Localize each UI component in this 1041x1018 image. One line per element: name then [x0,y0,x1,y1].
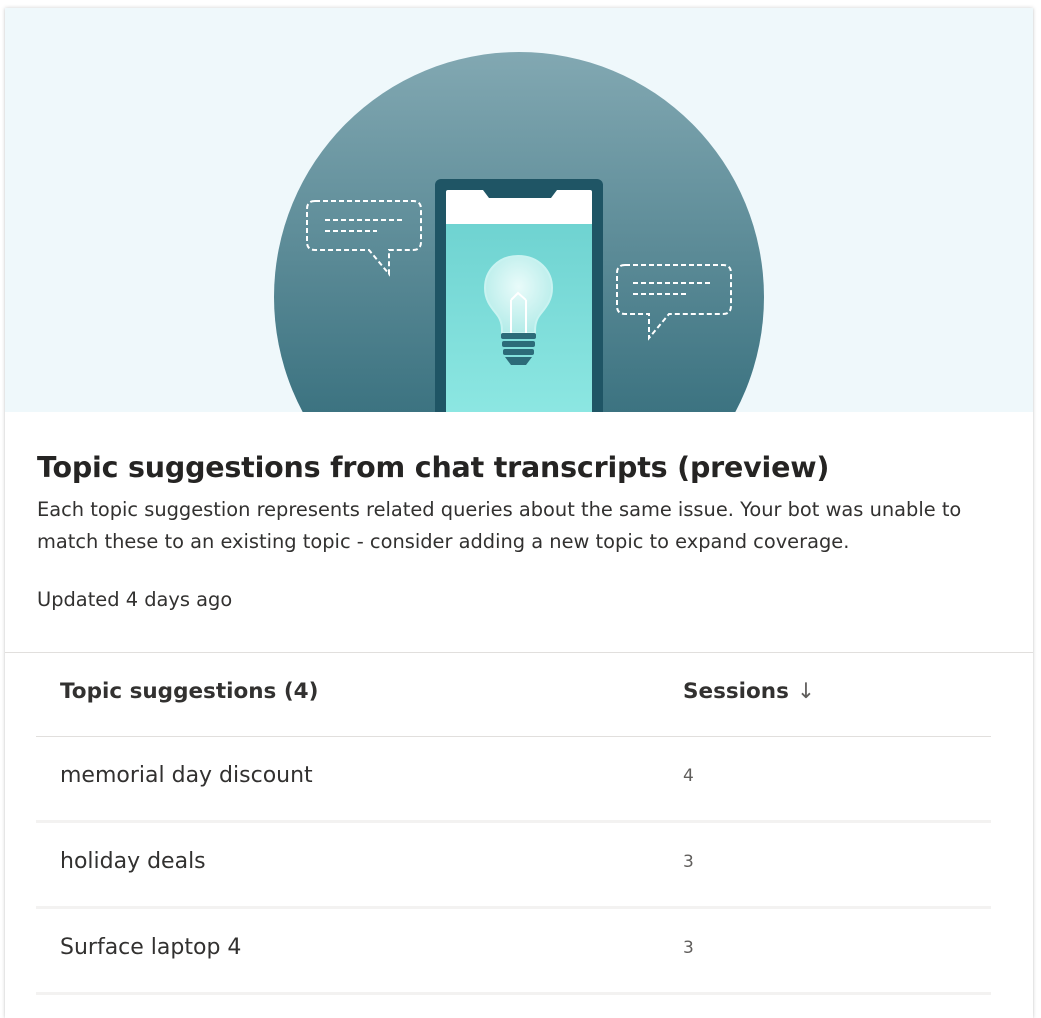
sessions-cell: 3 [683,852,694,872]
sessions-cell: 3 [683,938,694,958]
table-header: Topic suggestions (4) Sessions ↓ [36,653,991,737]
illustration-svg [274,52,764,412]
hero-illustration [5,8,1033,412]
updated-timestamp: Updated 4 days ago [37,588,233,611]
topic-cell: holiday deals [60,849,206,874]
card-description: Each topic suggestion represents related… [37,498,962,553]
topic-cell: memorial day discount [60,763,313,788]
table-row[interactable]: memorial day discount 4 [36,737,991,823]
topic-cell: Surface laptop 4 [60,935,242,960]
column-header-sessions[interactable]: Sessions ↓ [683,679,815,704]
sessions-cell: 4 [683,766,694,786]
column-header-topic[interactable]: Topic suggestions (4) [60,679,318,704]
table-row[interactable]: holiday deals 3 [36,823,991,909]
topic-suggestions-table: Topic suggestions (4) Sessions ↓ memorial… [36,653,991,995]
column-header-sessions-label: Sessions [683,679,789,704]
table-row[interactable]: Surface laptop 4 3 [36,909,991,995]
sort-descending-icon: ↓ [796,679,815,704]
card-title: Topic suggestions from chat transcripts … [37,451,830,484]
topic-suggestions-card: Topic suggestions from chat transcripts … [5,8,1033,1018]
